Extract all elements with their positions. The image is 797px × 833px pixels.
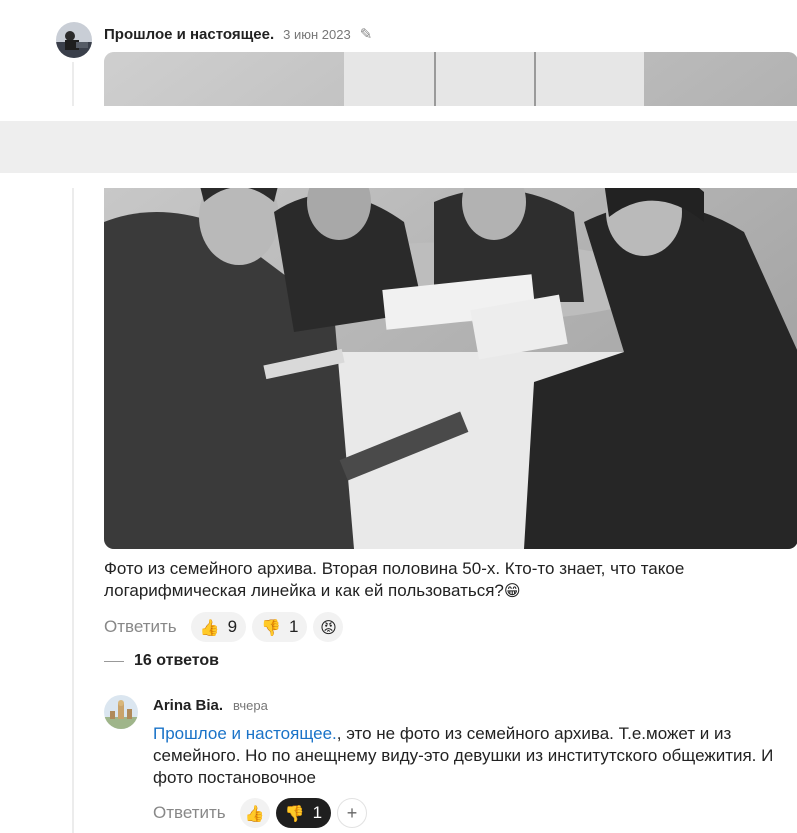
- post-author-name[interactable]: Прошлое и настоящее.: [104, 26, 274, 43]
- angry-reaction-button[interactable]: 😡: [313, 612, 344, 642]
- angry-face-icon: 😡: [320, 617, 337, 637]
- comment-mention-link[interactable]: Прошлое и настоящее.: [153, 724, 337, 743]
- thumbs-down-icon: 👎: [261, 617, 281, 637]
- comment-dislike-count: 1: [312, 803, 323, 822]
- reply-button[interactable]: Ответить: [104, 617, 177, 637]
- post-date: 3 июн 2023: [283, 26, 351, 42]
- add-reaction-icon: +: [346, 802, 358, 823]
- comment-text: Прошлое и настоящее., это не фото из сем…: [153, 723, 778, 789]
- post-actions: Ответить 👍 9 👎 1 😡: [104, 612, 344, 642]
- dislike-count: 1: [288, 617, 299, 636]
- replies-toggle[interactable]: 16 ответов: [104, 652, 219, 670]
- overlay-bar: [0, 106, 797, 188]
- replies-dash: [104, 660, 124, 662]
- post-author-avatar[interactable]: [56, 22, 92, 58]
- comment-author-avatar[interactable]: [104, 695, 138, 729]
- comment-author-name[interactable]: Arina Bia.: [153, 697, 223, 714]
- like-count: 9: [227, 617, 238, 636]
- comment-header: Arina Bia. вчера: [153, 697, 268, 714]
- thumbs-up-icon: 👍: [199, 617, 220, 637]
- grinning-face-icon: 😁: [503, 581, 521, 600]
- overlay-placeholder: [0, 121, 797, 173]
- like-button[interactable]: 👍 9: [190, 612, 247, 642]
- comment-like-button[interactable]: 👍: [239, 798, 270, 828]
- thumbs-up-icon: 👍: [244, 803, 265, 823]
- post-header: Прошлое и настоящее. 3 июн 2023 ✎: [104, 24, 372, 44]
- comment-actions: Ответить 👍 👎 1 +: [153, 798, 368, 828]
- post-text-body: Фото из семейного архива. Вторая половин…: [104, 559, 685, 600]
- post-text: Фото из семейного архива. Вторая половин…: [104, 558, 794, 602]
- add-reaction-button[interactable]: +: [337, 798, 368, 828]
- comment-dislike-button[interactable]: 👎 1: [275, 798, 332, 828]
- replies-count: 16 ответов: [134, 652, 219, 669]
- pencil-icon[interactable]: ✎: [360, 25, 373, 43]
- comment-time: вчера: [233, 698, 268, 713]
- dislike-button[interactable]: 👎 1: [252, 612, 308, 642]
- comment-reply-button[interactable]: Ответить: [153, 803, 226, 823]
- thumbs-down-icon: 👎: [284, 803, 305, 823]
